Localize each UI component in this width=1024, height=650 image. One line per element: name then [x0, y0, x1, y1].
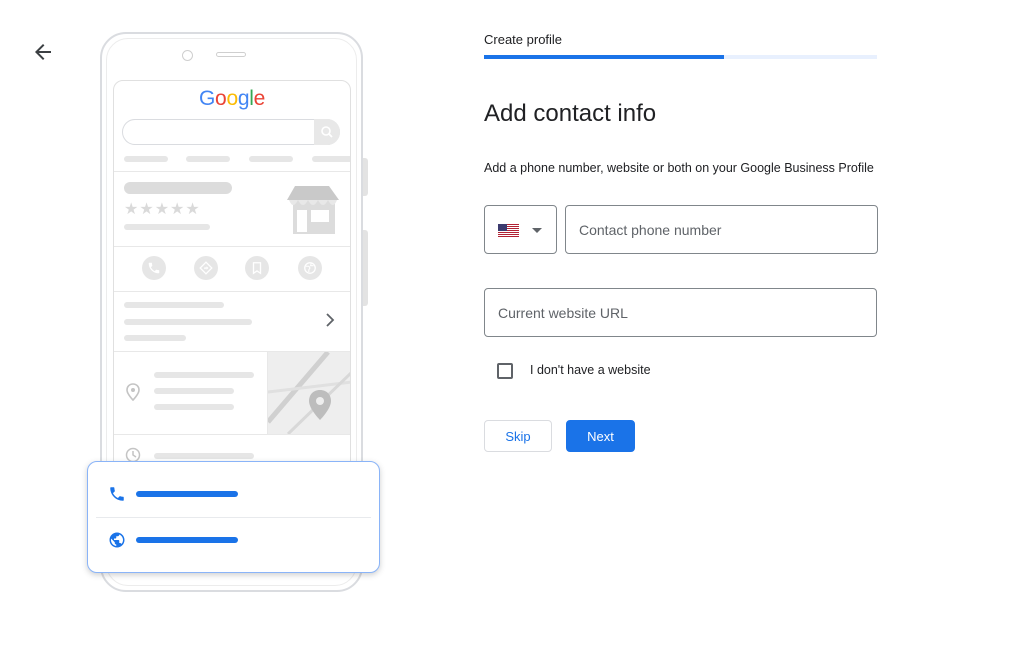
progress-fill [484, 55, 724, 59]
no-website-label[interactable]: I don't have a website [530, 363, 651, 377]
phone-camera [182, 50, 193, 61]
next-button[interactable]: Next [566, 420, 635, 452]
placeholder-line [124, 156, 168, 162]
placeholder-line [136, 491, 238, 497]
divider [114, 171, 350, 172]
call-action-icon [142, 256, 166, 280]
placeholder-line [249, 156, 293, 162]
divider [267, 352, 268, 434]
map-thumbnail [268, 352, 350, 434]
placeholder-line [124, 224, 210, 230]
chevron-right-icon [326, 313, 335, 327]
phone-speaker [216, 52, 246, 57]
arrow-back-icon [35, 44, 51, 60]
no-website-checkbox[interactable] [497, 363, 513, 379]
google-logo: Google [114, 87, 350, 111]
rating-stars: ★★★★★ [124, 201, 201, 218]
progress-bar [484, 55, 877, 59]
skip-button[interactable]: Skip [484, 420, 552, 452]
phone-search-button [314, 119, 340, 145]
phone-icon [110, 487, 124, 501]
storefront-icon [287, 186, 339, 234]
placeholder-line [186, 156, 230, 162]
placeholder-line [154, 388, 234, 394]
phone-side-button [363, 158, 368, 196]
divider [114, 291, 350, 292]
phone-side-button [363, 230, 368, 306]
logo-letter: G [199, 87, 216, 110]
back-button[interactable] [31, 40, 55, 64]
website-action-icon [298, 256, 322, 280]
logo-letter: o [226, 87, 238, 110]
logo-letter: o [215, 87, 227, 110]
page-title: Add contact info [484, 100, 657, 127]
phone-search-bar [122, 119, 340, 145]
website-url-input[interactable] [484, 288, 877, 337]
search-icon [321, 126, 333, 138]
us-flag-icon [498, 224, 519, 237]
placeholder-line [136, 537, 238, 543]
placeholder-line [124, 182, 232, 194]
placeholder-line [124, 302, 224, 308]
globe-icon [109, 532, 125, 548]
placeholder-line [154, 404, 234, 410]
placeholder-line [154, 453, 254, 459]
save-action-icon [245, 256, 269, 280]
placeholder-line [124, 335, 186, 341]
placeholder-line [124, 319, 252, 325]
page-subtitle: Add a phone number, website or both on y… [484, 161, 874, 175]
country-code-select[interactable] [484, 205, 557, 254]
placeholder-line [154, 372, 254, 378]
step-label: Create profile [484, 32, 563, 47]
divider [96, 517, 371, 518]
placeholder-line [312, 156, 350, 162]
phone-number-input[interactable] [565, 205, 878, 254]
logo-letter: e [253, 87, 266, 110]
dropdown-arrow-icon [532, 228, 542, 233]
logo-letter: g [237, 87, 250, 110]
phone-screen: Google ★★★★★ [113, 80, 351, 500]
contact-info-card [87, 461, 380, 573]
divider [114, 246, 350, 247]
directions-action-icon [194, 256, 218, 280]
location-pin-icon [126, 383, 140, 401]
divider [114, 434, 350, 435]
